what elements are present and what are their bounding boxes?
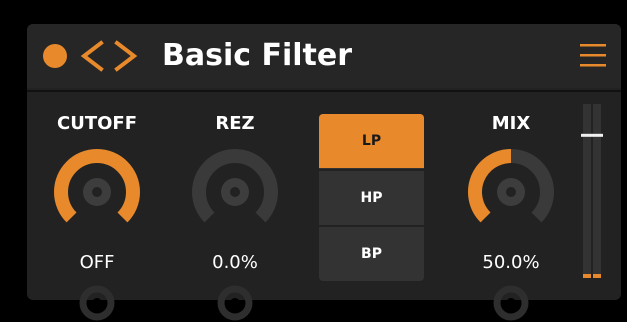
filter-mode-bp-button[interactable]: BP: [319, 227, 424, 281]
cutoff-knob[interactable]: [42, 142, 152, 242]
mix-knob[interactable]: [456, 142, 566, 242]
device-title: Basic Filter: [162, 38, 353, 73]
output-level-meter[interactable]: [581, 104, 603, 284]
filter-mode-lp-button[interactable]: LP: [319, 114, 424, 168]
rez-label: REZ: [215, 113, 255, 134]
chevron-left-icon[interactable]: [77, 40, 107, 72]
meter-left-fill: [583, 274, 591, 278]
rez-mod-port-icon[interactable]: [217, 285, 253, 321]
knob-center-dot: [92, 187, 102, 197]
cutoff-mod-port-icon[interactable]: [79, 285, 115, 321]
mix-mod-port-icon[interactable]: [493, 285, 529, 321]
rez-knob[interactable]: [180, 142, 290, 242]
knob-center-dot: [230, 187, 240, 197]
chevron-right-icon[interactable]: [111, 40, 141, 72]
rez-value: 0.0%: [212, 252, 258, 273]
meter-left-channel: [583, 104, 591, 278]
meter-level-handle[interactable]: [581, 133, 603, 137]
mix-value: 50.0%: [482, 252, 540, 273]
knob-center-dot: [506, 187, 516, 197]
device-panel: Basic Filter CUTOFF OFF REZ 0.0% LP HP B…: [27, 24, 621, 321]
hamburger-menu-icon[interactable]: [580, 42, 606, 68]
meter-right-fill: [593, 274, 601, 278]
mix-label: MIX: [491, 113, 531, 134]
status-dot-icon[interactable]: [43, 44, 67, 68]
filter-mode-hp-button[interactable]: HP: [319, 171, 424, 225]
header-divider: [27, 90, 621, 92]
meter-right-channel: [593, 104, 601, 278]
filter-mode-selector: LP HP BP: [319, 114, 424, 281]
cutoff-value: OFF: [79, 252, 115, 273]
device-header: Basic Filter: [27, 24, 621, 88]
cutoff-label: CUTOFF: [57, 113, 137, 134]
